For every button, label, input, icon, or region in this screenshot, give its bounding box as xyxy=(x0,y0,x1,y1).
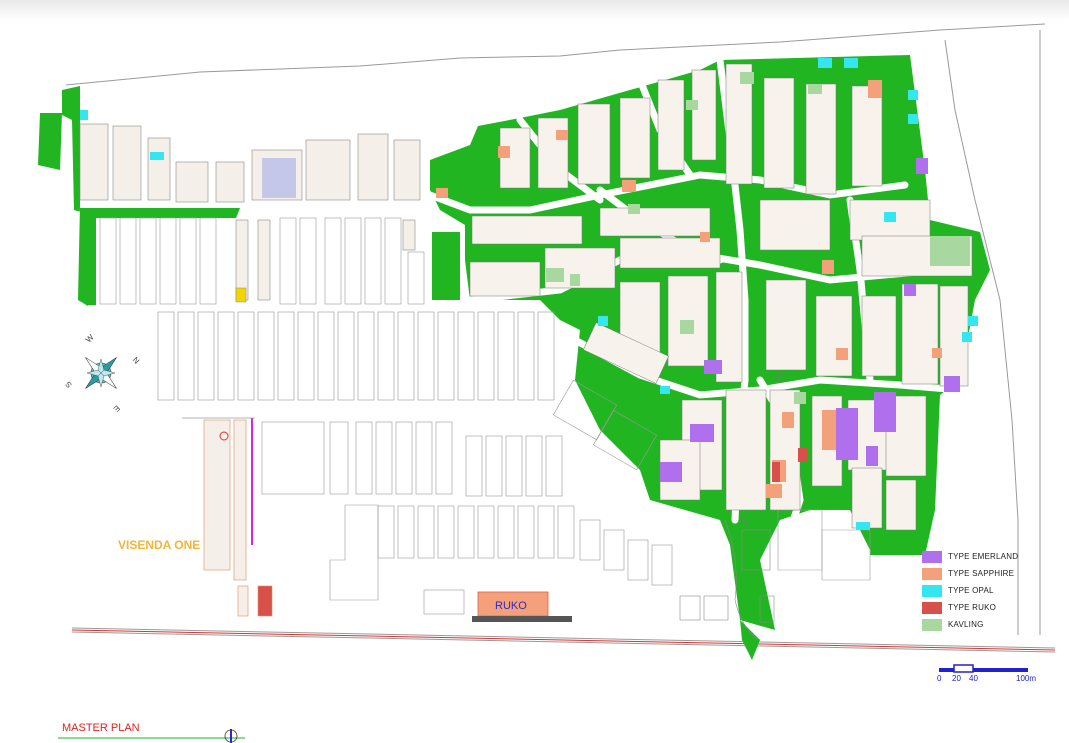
legend-swatch-sapphire xyxy=(922,567,942,580)
scale-tick-100m: 100m xyxy=(1016,674,1037,683)
compass-rose xyxy=(85,357,117,389)
map-legend: TYPE EMERLAND TYPE SAPPHIRE TYPE OPAL TY… xyxy=(922,550,1032,635)
legend-item-sapphire: TYPE SAPPHIRE xyxy=(922,567,1032,580)
scale-tick-0: 0 xyxy=(937,674,942,683)
master-plan-marker-icon xyxy=(224,729,238,743)
legend-item-kavling: KAVLING xyxy=(922,618,1032,631)
legend-label-sapphire: TYPE SAPPHIRE xyxy=(948,569,1015,578)
legend-label-emerland: TYPE EMERLAND xyxy=(948,552,1019,561)
legend-swatch-kavling xyxy=(922,618,942,631)
legend-item-opal: TYPE OPAL xyxy=(922,584,1032,597)
legend-swatch-ruko xyxy=(922,601,942,614)
legend-item-emerland: TYPE EMERLAND xyxy=(922,550,1032,563)
scale-bar: 0 20 40 100m xyxy=(937,662,1036,684)
highlight-lot-lavender xyxy=(262,158,296,198)
legend-item-ruko: TYPE RUKO xyxy=(922,601,1032,614)
site-plan-map xyxy=(38,23,1056,743)
legend-label-kavling: KAVLING xyxy=(948,620,984,629)
master-plan-title: MASTER PLAN xyxy=(62,722,140,734)
main-road-red-line xyxy=(71,629,1056,651)
visenda-one-label: VISENDA ONE xyxy=(118,538,201,552)
legend-swatch-opal xyxy=(922,584,942,597)
empty-parcels-middle xyxy=(157,311,555,401)
highlight-lot-yellow xyxy=(235,287,247,303)
scale-tick-40: 40 xyxy=(969,674,978,683)
legend-label-opal: TYPE OPAL xyxy=(948,586,994,595)
legend-swatch-emerland xyxy=(922,550,942,563)
scale-tick-20: 20 xyxy=(952,674,961,683)
ruko-label: RUKO xyxy=(495,600,527,612)
legend-label-ruko: TYPE RUKO xyxy=(948,603,997,612)
